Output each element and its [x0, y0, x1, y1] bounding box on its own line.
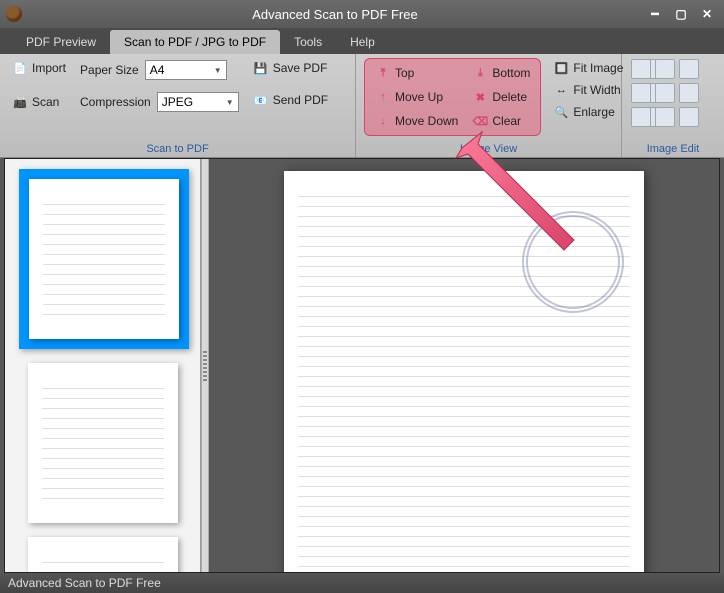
edit-tool-2-button[interactable] [655, 59, 675, 79]
ribbon-tabbar: PDF Preview Scan to PDF / JPG to PDF Too… [0, 28, 724, 54]
splitter-handle[interactable] [201, 159, 209, 572]
tab-pdf-preview[interactable]: PDF Preview [12, 30, 110, 54]
top-icon: ⤒ [375, 65, 391, 81]
move-up-label: Move Up [395, 90, 443, 104]
edit-tool-4-button[interactable] [631, 83, 651, 103]
top-button[interactable]: ⤒ Top [371, 63, 462, 83]
send-pdf-label: Send PDF [273, 93, 328, 107]
edit-tool-8-button[interactable] [655, 107, 675, 127]
send-pdf-button[interactable]: 📧 Send PDF [249, 90, 332, 110]
compression-label: Compression [80, 95, 151, 109]
group-label-image-view: Image View [356, 143, 621, 155]
thumbnail-3[interactable] [28, 537, 178, 572]
scan-icon: 📠 [12, 94, 28, 110]
group-label-image-edit: Image Edit [622, 143, 724, 155]
group-image-view: ⤒ Top ⤓ Bottom ↑ Move Up ✖ Delete [356, 54, 622, 157]
fit-image-label: Fit Image [573, 61, 623, 75]
scan-button[interactable]: 📠 Scan [8, 92, 70, 112]
import-button[interactable]: 📄 Import [8, 58, 70, 78]
minimize-button[interactable]: ━ [644, 6, 666, 22]
window-title: Advanced Scan to PDF Free [30, 7, 640, 22]
scan-label: Scan [32, 95, 59, 109]
group-label-scan: Scan to PDF [0, 143, 355, 155]
delete-button[interactable]: ✖ Delete [468, 87, 534, 107]
clear-icon: ⌫ [472, 113, 488, 129]
app-logo-icon [6, 6, 22, 22]
bottom-label: Bottom [492, 66, 530, 80]
save-pdf-button[interactable]: 💾 Save PDF [249, 58, 332, 78]
enlarge-button[interactable]: 🔍 Enlarge [549, 102, 627, 122]
maximize-button[interactable]: ▢ [670, 6, 692, 22]
move-up-button[interactable]: ↑ Move Up [371, 87, 462, 107]
thumbnail-1-selected[interactable] [19, 169, 189, 349]
content-area [4, 158, 720, 573]
top-label: Top [395, 66, 414, 80]
thumbnail-2[interactable] [28, 363, 178, 523]
save-pdf-label: Save PDF [273, 61, 328, 75]
thumbnail-1-page [29, 179, 179, 339]
edit-tool-1-button[interactable] [631, 59, 651, 79]
delete-label: Delete [492, 90, 527, 104]
edit-tool-3-button[interactable] [679, 59, 699, 79]
tab-help[interactable]: Help [336, 30, 389, 54]
delete-icon: ✖ [472, 89, 488, 105]
edit-tool-6-button[interactable] [679, 83, 699, 103]
import-label: Import [32, 61, 66, 75]
send-pdf-icon: 📧 [253, 92, 269, 108]
move-down-label: Move Down [395, 114, 458, 128]
status-text: Advanced Scan to PDF Free [8, 576, 161, 590]
move-down-button[interactable]: ↓ Move Down [371, 111, 462, 131]
titlebar: Advanced Scan to PDF Free ━ ▢ ✕ [0, 0, 724, 28]
fit-width-button[interactable]: ↔ Fit Width [549, 80, 627, 100]
paper-size-label: Paper Size [80, 63, 139, 77]
move-down-icon: ↓ [375, 113, 391, 129]
grip-icon [203, 351, 207, 381]
compression-value: JPEG [162, 95, 193, 109]
preview-page [284, 171, 644, 572]
clear-button[interactable]: ⌫ Clear [468, 111, 534, 131]
tab-scan-to-pdf[interactable]: Scan to PDF / JPG to PDF [110, 30, 280, 54]
highlighted-button-group: ⤒ Top ⤓ Bottom ↑ Move Up ✖ Delete [364, 58, 541, 136]
enlarge-icon: 🔍 [553, 104, 569, 120]
fit-image-icon: 🔲 [553, 60, 569, 76]
edit-tool-5-button[interactable] [655, 83, 675, 103]
tab-tools[interactable]: Tools [280, 30, 336, 54]
ribbon: 📄 Import 📠 Scan Paper Size A4 ▼ [0, 54, 724, 158]
paper-size-select[interactable]: A4 ▼ [145, 60, 227, 80]
chevron-down-icon: ▼ [226, 98, 234, 107]
import-icon: 📄 [12, 60, 28, 76]
clear-label: Clear [492, 114, 521, 128]
bottom-icon: ⤓ [472, 65, 488, 81]
paper-size-value: A4 [150, 63, 165, 77]
status-bar: Advanced Scan to PDF Free [0, 573, 724, 593]
fit-width-label: Fit Width [573, 83, 620, 97]
save-pdf-icon: 💾 [253, 60, 269, 76]
fit-image-button[interactable]: 🔲 Fit Image [549, 58, 627, 78]
group-image-edit: Image Edit [622, 54, 724, 157]
close-button[interactable]: ✕ [696, 6, 718, 22]
thumbnail-panel[interactable] [5, 159, 201, 572]
edit-tool-9-button[interactable] [679, 107, 699, 127]
group-scan-to-pdf: 📄 Import 📠 Scan Paper Size A4 ▼ [0, 54, 356, 157]
preview-panel[interactable] [209, 159, 719, 572]
enlarge-label: Enlarge [573, 105, 614, 119]
chevron-down-icon: ▼ [214, 66, 222, 75]
move-up-icon: ↑ [375, 89, 391, 105]
compression-select[interactable]: JPEG ▼ [157, 92, 239, 112]
fit-width-icon: ↔ [553, 82, 569, 98]
bottom-button[interactable]: ⤓ Bottom [468, 63, 534, 83]
edit-tool-7-button[interactable] [631, 107, 651, 127]
